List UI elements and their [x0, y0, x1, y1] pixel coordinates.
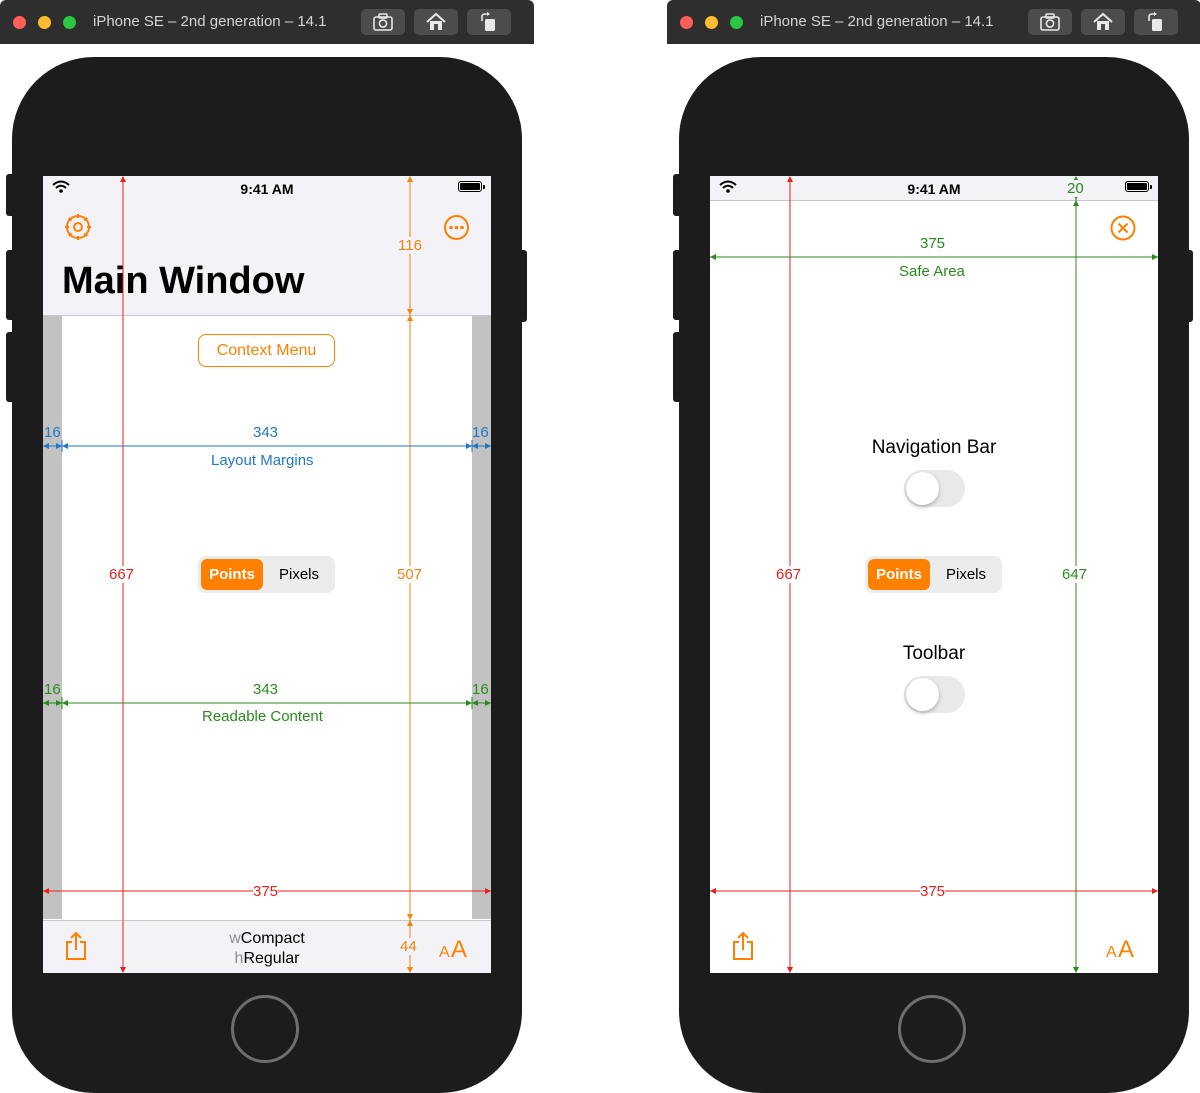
device-home-button[interactable]	[231, 995, 299, 1063]
safe-area-caption: Safe Area	[899, 263, 965, 280]
readable-margin-right-label: 16	[472, 681, 489, 698]
house-icon	[1093, 12, 1113, 30]
home-button[interactable]	[1081, 9, 1125, 35]
device-home-button[interactable]	[898, 995, 966, 1063]
screenshot-button[interactable]	[1028, 9, 1072, 35]
close-window-button[interactable]	[13, 16, 26, 29]
window-title: iPhone SE – 2nd generation – 14.1	[93, 13, 327, 30]
window-title: iPhone SE – 2nd generation – 14.1	[760, 13, 994, 30]
zoom-window-button[interactable]	[730, 16, 743, 29]
safe-area-height-label: 647	[1062, 566, 1088, 583]
screen-height-label: 667	[109, 566, 135, 583]
house-icon	[426, 12, 446, 30]
layout-width-label: 343	[253, 424, 279, 441]
simulator-title-bar: iPhone SE – 2nd generation – 14.1	[0, 0, 534, 44]
simulator-title-bar: iPhone SE – 2nd generation – 14.1	[667, 0, 1200, 44]
readable-content-caption: Readable Content	[202, 708, 323, 725]
minimize-window-button[interactable]	[705, 16, 718, 29]
nav-bar-height-label: 116	[398, 237, 422, 254]
screen-width-label: 375	[253, 883, 279, 900]
close-window-button[interactable]	[680, 16, 693, 29]
layout-margin-left-label: 16	[44, 424, 61, 441]
rotate-button[interactable]	[1134, 9, 1178, 35]
simulator-window-right: iPhone SE – 2nd generation – 14.1 9:41 A…	[667, 0, 1200, 1093]
home-button[interactable]	[414, 9, 458, 35]
zoom-window-button[interactable]	[63, 16, 76, 29]
screenshot-button[interactable]	[361, 9, 405, 35]
screen-width-label: 375	[920, 883, 946, 900]
status-bar-height-label: 20	[1067, 180, 1084, 197]
simulator-window-left: iPhone SE – 2nd generation – 14.1 9:41 A…	[0, 0, 534, 1093]
content-height-label: 507	[397, 566, 423, 583]
camera-icon	[373, 13, 393, 31]
device-screen: 9:41 AM Navigation Bar Points Pixels Too…	[710, 176, 1158, 973]
camera-icon	[1040, 13, 1060, 31]
layout-margins-caption: Layout Margins	[211, 452, 314, 469]
rotate-icon	[1148, 12, 1162, 31]
rotate-icon	[481, 12, 495, 31]
device-screen: 9:41 AM Main Window Context Menu Points …	[43, 176, 491, 973]
readable-margin-left-label: 16	[44, 681, 61, 698]
minimize-window-button[interactable]	[38, 16, 51, 29]
safe-area-width-label: 375	[920, 235, 946, 252]
screen-height-label: 667	[776, 566, 802, 583]
toolbar-height-label: 44	[400, 938, 417, 955]
layout-margin-right-label: 16	[472, 424, 489, 441]
readable-width-label: 343	[253, 681, 279, 698]
rotate-button[interactable]	[467, 9, 511, 35]
